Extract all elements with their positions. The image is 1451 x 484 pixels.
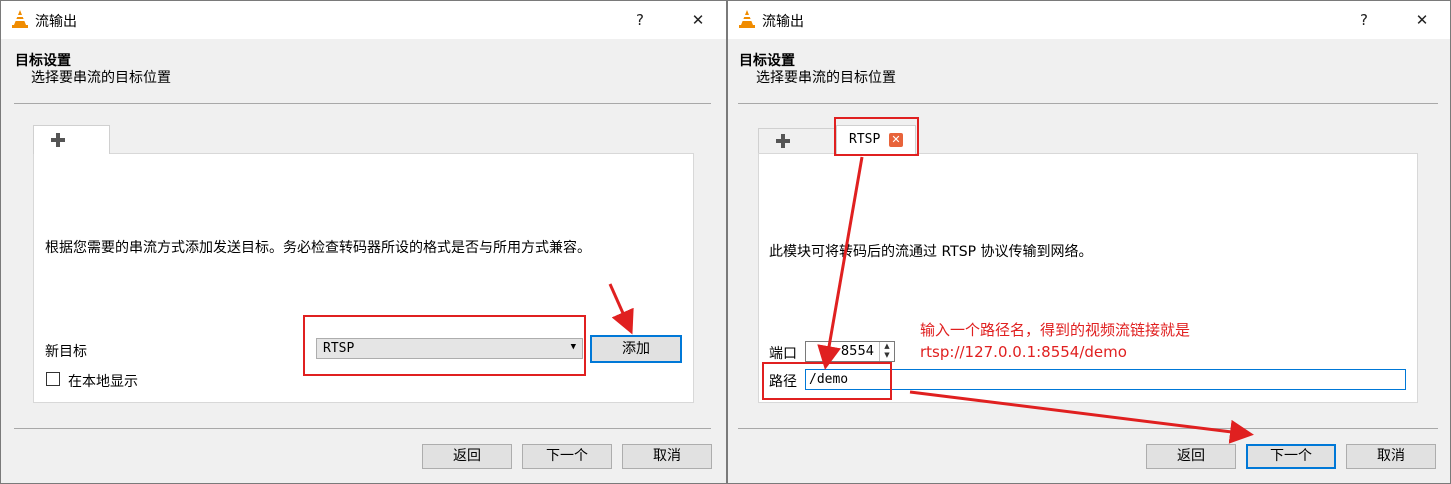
close-button[interactable]: ✕ [684,9,712,31]
highlight-box-target [303,315,586,376]
vlc-cone-icon [739,10,755,28]
annotation-line-2: rtsp://127.0.0.1:8554/demo [920,343,1127,361]
cancel-button[interactable]: 取消 [1346,444,1436,469]
tab-add[interactable] [33,125,110,154]
info-text: 此模块可将转码后的流通过 RTSP 协议传输到网络。 [769,244,1093,260]
window-title: 流输出 [762,14,804,30]
divider [738,428,1438,429]
back-button[interactable]: 返回 [422,444,512,469]
stream-output-dialog-left: 流输出 ? ✕ 目标设置 选择要串流的目标位置 根据您需要的串流方式添加发送目标… [0,0,727,484]
path-input[interactable]: /demo [805,369,1406,390]
next-button[interactable]: 下一个 [1246,444,1336,469]
plus-icon [775,133,791,149]
local-display-label: 在本地显示 [68,374,138,390]
next-button[interactable]: 下一个 [522,444,612,469]
title-bar: 流输出 ? ✕ [728,1,1450,39]
window-title: 流输出 [35,14,77,30]
help-button[interactable]: ? [1350,9,1378,31]
info-text: 根据您需要的串流方式添加发送目标。务必检查转码器所设的格式是否与所用方式兼容。 [45,240,591,256]
tab-rtsp-label: RTSP [849,132,881,147]
spin-arrows-icon[interactable]: ▲ ▼ [879,342,894,361]
highlight-box-path [762,362,892,400]
annotation-line-1: 输入一个路径名，得到的视频流链接就是 [920,321,1191,339]
tab-add[interactable] [758,128,836,154]
close-tab-icon[interactable]: ✕ [889,133,903,147]
add-button[interactable]: 添加 [590,335,682,363]
plus-icon [50,132,66,148]
section-subtitle: 选择要串流的目标位置 [756,70,896,86]
new-target-label: 新目标 [45,344,87,360]
vlc-cone-icon [12,10,28,28]
annotation-note: 输入一个路径名，得到的视频流链接就是 rtsp://127.0.0.1:8554… [920,319,1190,363]
help-button[interactable]: ? [626,9,654,31]
close-button[interactable]: ✕ [1408,9,1436,31]
divider [738,103,1438,104]
title-bar: 流输出 ? ✕ [1,1,726,39]
local-display-checkbox[interactable] [46,372,60,386]
stream-output-dialog-right: 流输出 ? ✕ 目标设置 选择要串流的目标位置 RTSP ✕ 此模块可将转码后的… [727,0,1451,484]
port-spinbox[interactable]: 8554 ▲ ▼ [805,341,895,362]
section-subtitle: 选择要串流的目标位置 [31,70,171,86]
divider [14,103,711,104]
tab-rtsp[interactable]: RTSP ✕ [836,125,916,154]
divider [14,428,711,429]
port-label: 端口 [769,346,797,362]
back-button[interactable]: 返回 [1146,444,1236,469]
port-value: 8554 [840,344,874,359]
cancel-button[interactable]: 取消 [622,444,712,469]
